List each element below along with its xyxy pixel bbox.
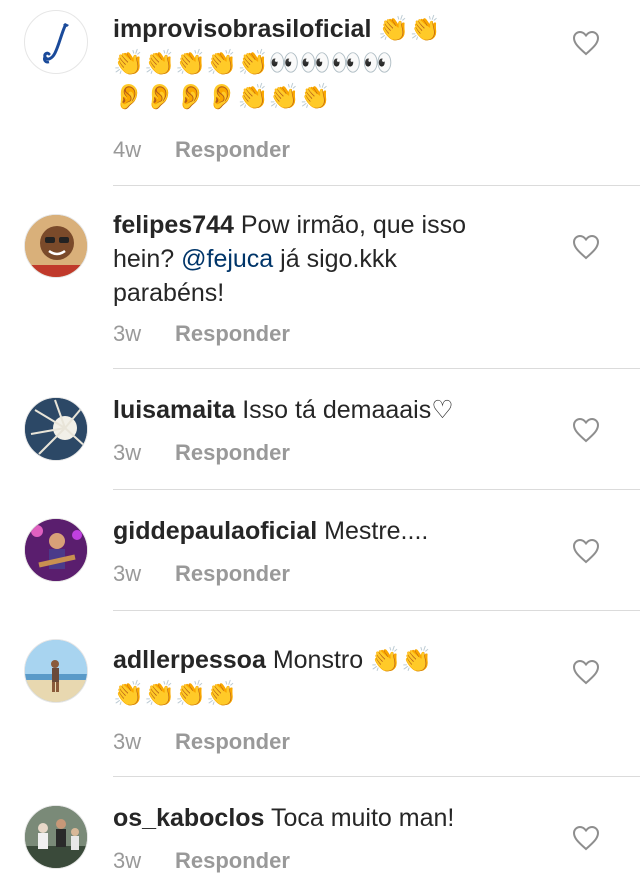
reply-button[interactable]: Responder xyxy=(175,729,290,754)
comment-meta: 3w Responder xyxy=(113,321,290,347)
comment-item: adllerpessoa Monstro 👏👏 👏👏👏👏 3w Responder xyxy=(0,611,640,776)
reply-button[interactable]: Responder xyxy=(175,848,290,873)
comment-body: Toca muito man! xyxy=(270,804,455,832)
guitarist-avatar xyxy=(25,519,87,581)
comment-item: luisamaita Isso tá demaaais♡ 3w Responder xyxy=(0,369,640,489)
mention-link[interactable]: @fejuca xyxy=(181,245,273,273)
comment-meta: 3w Responder xyxy=(113,561,290,587)
comment-meta: 4w Responder xyxy=(113,137,290,163)
username[interactable]: giddepaulaoficial xyxy=(113,517,317,545)
sunburst-avatar xyxy=(25,398,87,460)
comment-text: luisamaita Isso tá demaaais♡ xyxy=(113,393,513,427)
avatar[interactable] xyxy=(24,805,88,869)
timestamp: 3w xyxy=(113,440,142,465)
avatar[interactable] xyxy=(24,639,88,703)
comment-item: felipes744 Pow irmão, que isso hein? @fe… xyxy=(0,186,640,368)
comment-item: improvisobrasiloficial 👏👏 👏👏👏👏👏👀👀👀👀 👂👂👂👂… xyxy=(0,0,640,185)
heart-outline-icon[interactable] xyxy=(572,234,600,260)
comment-text: adllerpessoa Monstro 👏👏 👏👏👏👏 xyxy=(113,643,513,711)
comment-body: Monstro xyxy=(272,646,364,674)
comment-meta: 3w Responder xyxy=(113,440,290,466)
username[interactable]: luisamaita xyxy=(113,396,235,424)
emoji-text: 👏👏👏👏 xyxy=(113,680,238,708)
reply-button[interactable]: Responder xyxy=(175,561,290,586)
reply-button[interactable]: Responder xyxy=(175,321,290,346)
heart-outline-icon[interactable] xyxy=(572,659,600,685)
heart-outline-icon[interactable] xyxy=(572,30,600,56)
timestamp: 3w xyxy=(113,729,142,754)
comment-body: Isso tá demaaais♡ xyxy=(242,396,454,424)
reply-button[interactable]: Responder xyxy=(175,137,290,162)
username[interactable]: improvisobrasiloficial xyxy=(113,15,371,43)
comment-text: giddepaulaoficial Mestre.... xyxy=(113,514,513,548)
heart-outline-icon[interactable] xyxy=(572,825,600,851)
comment-text: felipes744 Pow irmão, que isso hein? @fe… xyxy=(113,208,513,310)
beach-avatar xyxy=(25,640,87,702)
emoji-text: 👏👏👏👏👏👀👀👀👀 xyxy=(113,49,394,77)
group-avatar xyxy=(25,806,87,868)
emoji-text: 👏👏 xyxy=(378,15,441,43)
timestamp: 3w xyxy=(113,561,142,586)
reply-button[interactable]: Responder xyxy=(175,440,290,465)
heart-outline-icon[interactable] xyxy=(572,417,600,443)
username[interactable]: adllerpessoa xyxy=(113,646,266,674)
heart-outline-icon[interactable] xyxy=(572,538,600,564)
username[interactable]: os_kaboclos xyxy=(113,804,264,832)
emoji-text: 👂👂👂👂👏👏👏 xyxy=(113,83,331,111)
comment-meta: 3w Responder xyxy=(113,848,290,874)
comment-item: giddepaulaoficial Mestre.... 3w Responder xyxy=(0,490,640,610)
username[interactable]: felipes744 xyxy=(113,211,234,239)
comment-item: os_kaboclos Toca muito man! 3w Responder xyxy=(0,777,640,887)
avatar[interactable] xyxy=(24,214,88,278)
timestamp: 3w xyxy=(113,321,142,346)
avatar[interactable] xyxy=(24,518,88,582)
avatar[interactable] xyxy=(24,10,88,74)
saxophone-logo-icon xyxy=(42,23,69,64)
comment-body: Mestre.... xyxy=(324,517,429,545)
comment-text: improvisobrasiloficial 👏👏 👏👏👏👏👏👀👀👀👀 👂👂👂👂… xyxy=(113,12,513,114)
comment-meta: 3w Responder xyxy=(113,729,290,755)
emoji-text: 👏👏 xyxy=(370,646,433,674)
timestamp: 3w xyxy=(113,848,142,873)
timestamp: 4w xyxy=(113,137,142,162)
comment-text: os_kaboclos Toca muito man! xyxy=(113,801,513,835)
avatar[interactable] xyxy=(24,397,88,461)
person-avatar xyxy=(25,215,87,277)
